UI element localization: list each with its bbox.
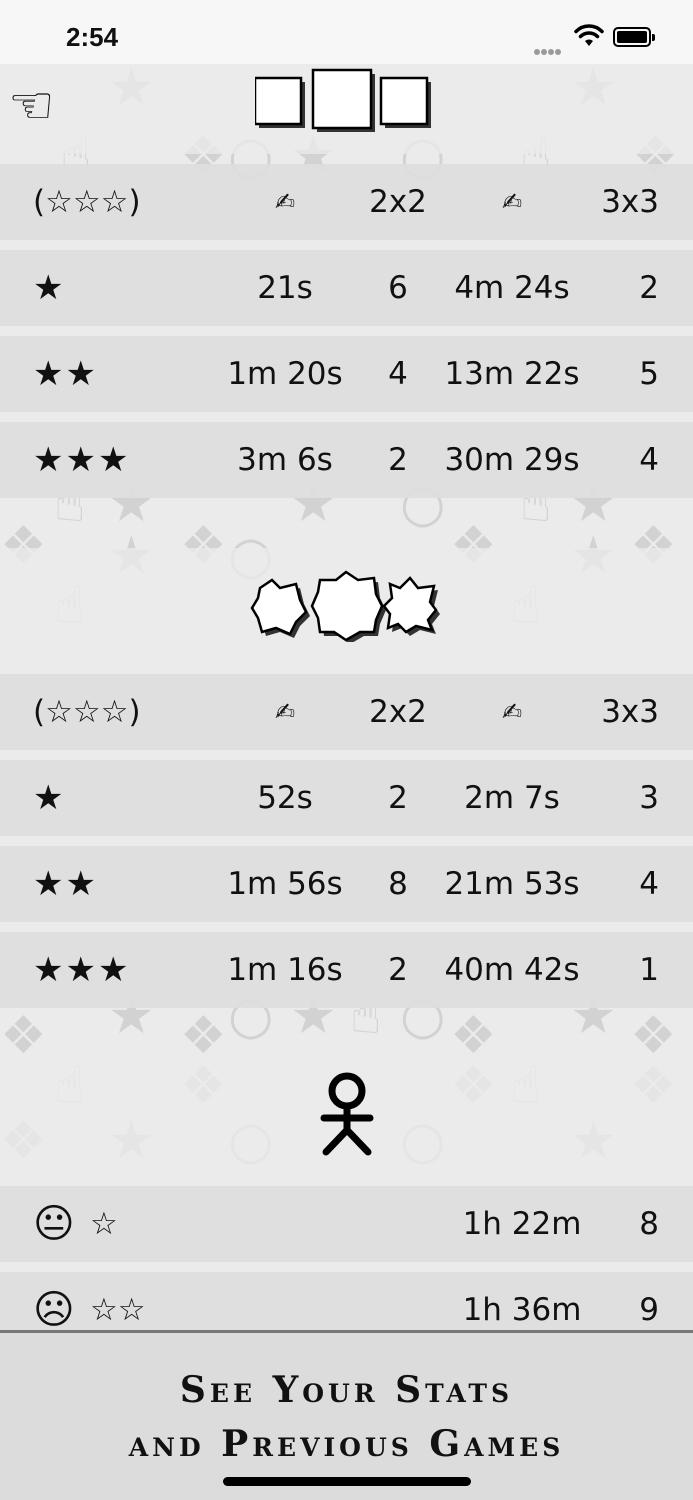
game-count: 8 bbox=[639, 1206, 659, 1242]
column-3x3: 3x3 bbox=[601, 184, 659, 220]
column-3x3: 3x3 bbox=[601, 694, 659, 730]
jagged-header-row: (☆☆☆) ✍ 2x2 ✍ 3x3 bbox=[0, 674, 693, 750]
table-row[interactable]: 😐 ☆ 1h 22m 8 bbox=[0, 1186, 693, 1262]
star-rating: ★ bbox=[33, 778, 66, 818]
column-2x2: 2x2 bbox=[369, 184, 427, 220]
count-2x2: 2 bbox=[388, 780, 408, 816]
time-2x2: 21s bbox=[257, 270, 313, 306]
time-3x3: 21m 53s bbox=[444, 866, 580, 902]
table-row[interactable]: ★★★ 1m 16s 2 40m 42s 1 bbox=[0, 932, 693, 1008]
cellular-signal-icon bbox=[534, 40, 568, 55]
status-bar: 2:54 bbox=[0, 0, 693, 64]
time-2x2: 1m 20s bbox=[227, 356, 343, 392]
table-row[interactable]: ★ 21s 6 4m 24s 2 bbox=[0, 250, 693, 326]
time-3x3: 13m 22s bbox=[444, 356, 580, 392]
count-2x2: 8 bbox=[388, 866, 408, 902]
count-3x3: 1 bbox=[639, 952, 659, 988]
writing-hand-icon: ✍ bbox=[274, 698, 296, 726]
time-3x3: 4m 24s bbox=[454, 270, 570, 306]
time-2x2: 1m 16s bbox=[227, 952, 343, 988]
table-row[interactable]: ★★ 1m 20s 4 13m 22s 5 bbox=[0, 336, 693, 412]
table-row[interactable]: ★★ 1m 56s 8 21m 53s 4 bbox=[0, 846, 693, 922]
banner-line-1: See Your Stats bbox=[179, 1369, 514, 1411]
table-row[interactable]: ★ 52s 2 2m 7s 3 bbox=[0, 760, 693, 836]
table-row[interactable]: ★★★ 3m 6s 2 30m 29s 4 bbox=[0, 422, 693, 498]
writing-hand-icon: ✍ bbox=[274, 188, 296, 216]
home-indicator[interactable] bbox=[223, 1477, 471, 1486]
pointing-hand-icon[interactable]: ☞ bbox=[8, 76, 55, 136]
time-3x3: 30m 29s bbox=[444, 442, 580, 478]
promo-banner: See Your Stats and Previous Games bbox=[0, 1330, 693, 1500]
count-2x2: 2 bbox=[388, 952, 408, 988]
time-2x2: 1m 56s bbox=[227, 866, 343, 902]
jagged-section-header bbox=[0, 548, 693, 664]
time-3x3: 40m 42s bbox=[444, 952, 580, 988]
neutral-face-icon: 😐 bbox=[33, 1201, 75, 1247]
star-rating: ☆ bbox=[90, 1206, 118, 1242]
difficulty-label: (☆☆☆) bbox=[33, 694, 141, 730]
time-2x2: 52s bbox=[257, 780, 313, 816]
square-header-row: (☆☆☆) ✍ 2x2 ✍ 3x3 bbox=[0, 164, 693, 240]
total-time: 1h 22m bbox=[462, 1206, 582, 1242]
time-2x2: 3m 6s bbox=[237, 442, 333, 478]
status-time: 2:54 bbox=[66, 22, 119, 52]
count-3x3: 2 bbox=[639, 270, 659, 306]
star-rating: ★★ bbox=[33, 354, 98, 394]
star-rating: ★★ bbox=[33, 864, 98, 904]
banner-line-2: and Previous Games bbox=[128, 1423, 565, 1465]
count-3x3: 3 bbox=[639, 780, 659, 816]
count-3x3: 4 bbox=[639, 866, 659, 902]
count-3x3: 4 bbox=[639, 442, 659, 478]
star-rating: ★ bbox=[33, 268, 66, 308]
star-rating: ★★★ bbox=[33, 950, 131, 990]
square-section-header: ☞ bbox=[0, 64, 693, 154]
star-rating: ★★★ bbox=[33, 440, 131, 480]
column-2x2: 2x2 bbox=[369, 694, 427, 730]
time-3x3: 2m 7s bbox=[464, 780, 560, 816]
battery-icon bbox=[613, 27, 655, 47]
figure-section-header bbox=[0, 1060, 693, 1176]
difficulty-label: (☆☆☆) bbox=[33, 184, 141, 220]
square-tiles-icon bbox=[255, 68, 431, 132]
writing-hand-icon: ✍ bbox=[501, 188, 523, 216]
count-2x2: 2 bbox=[388, 442, 408, 478]
count-2x2: 6 bbox=[388, 270, 408, 306]
writing-hand-icon: ✍ bbox=[501, 698, 523, 726]
wifi-icon bbox=[574, 24, 604, 52]
jagged-tiles-icon bbox=[250, 570, 440, 642]
count-2x2: 4 bbox=[388, 356, 408, 392]
count-3x3: 5 bbox=[639, 356, 659, 392]
stick-figure-icon bbox=[320, 1072, 374, 1156]
